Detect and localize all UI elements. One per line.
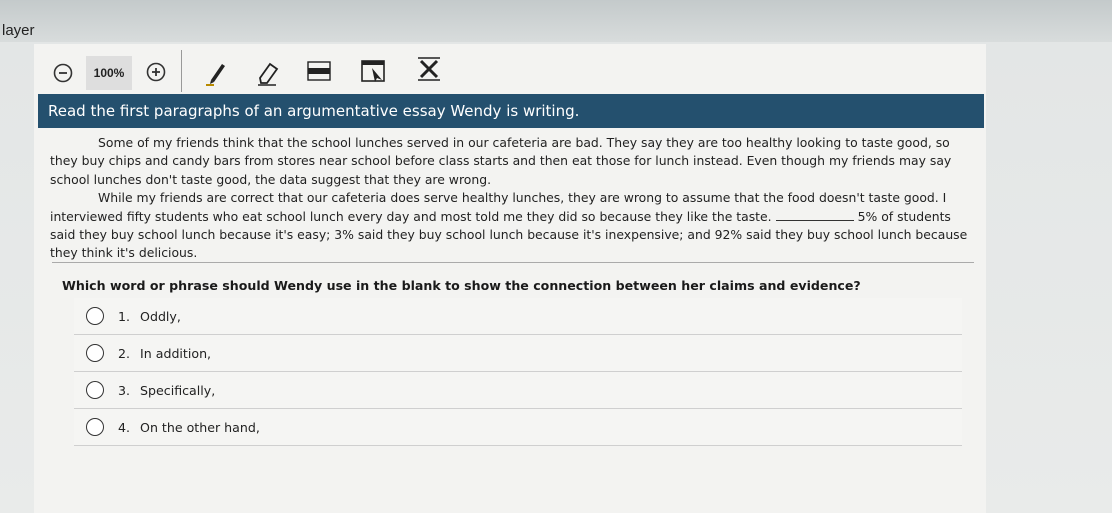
- answer-masking-icon: [361, 60, 385, 82]
- radio-button[interactable]: [86, 344, 104, 362]
- minus-circle-icon: [53, 63, 73, 83]
- line-tool-button[interactable]: [304, 56, 334, 86]
- option-1[interactable]: 1. Oddly,: [74, 298, 962, 335]
- option-number: 3.: [118, 382, 131, 398]
- zoom-out-button[interactable]: [52, 62, 74, 84]
- passage-heading: Read the first paragraphs of an argument…: [38, 94, 984, 128]
- option-text: Oddly,: [140, 308, 181, 324]
- pen-tool-button[interactable]: [202, 58, 232, 88]
- option-text: On the other hand,: [140, 419, 260, 435]
- cross-out-icon: [418, 57, 440, 81]
- title-bar: layer: [0, 0, 1112, 42]
- option-text: Specifically,: [140, 382, 216, 398]
- essay-passage: Some of my friends think that the school…: [50, 134, 970, 263]
- line-tool-icon: [307, 61, 331, 81]
- eraser-tool-button[interactable]: [252, 58, 282, 88]
- option-4[interactable]: 4. On the other hand,: [74, 409, 962, 446]
- question-prompt: Which word or phrase should Wendy use in…: [62, 278, 861, 293]
- option-number: 2.: [118, 345, 131, 361]
- option-3[interactable]: 3. Specifically,: [74, 372, 962, 409]
- paragraph-2: While my friends are correct that our ca…: [50, 189, 970, 263]
- option-number: 1.: [118, 308, 131, 324]
- window-title: layer: [2, 22, 35, 39]
- toolbar-divider: [181, 50, 182, 92]
- eraser-icon: [258, 62, 279, 86]
- pen-icon: [206, 64, 225, 86]
- answer-masking-button[interactable]: [358, 56, 388, 86]
- plus-circle-icon: [146, 62, 166, 82]
- cross-out-button[interactable]: [414, 54, 444, 84]
- answer-options: 1. Oddly, 2. In addition, 3. Specificall…: [74, 298, 962, 446]
- radio-button[interactable]: [86, 307, 104, 325]
- radio-button[interactable]: [86, 418, 104, 436]
- paragraph-1-text: Some of my friends think that the school…: [50, 135, 952, 187]
- option-number: 4.: [118, 419, 131, 435]
- option-text: In addition,: [140, 345, 212, 361]
- option-2[interactable]: 2. In addition,: [74, 335, 962, 372]
- paragraph-2-text-a: While my friends are correct that our ca…: [50, 190, 947, 224]
- zoom-level: 100%: [86, 56, 132, 90]
- zoom-in-button[interactable]: [144, 60, 168, 84]
- radio-button[interactable]: [86, 381, 104, 399]
- answer-blank: [775, 219, 854, 221]
- toolbar: 100%: [34, 48, 986, 94]
- paragraph-1: Some of my friends think that the school…: [50, 134, 970, 189]
